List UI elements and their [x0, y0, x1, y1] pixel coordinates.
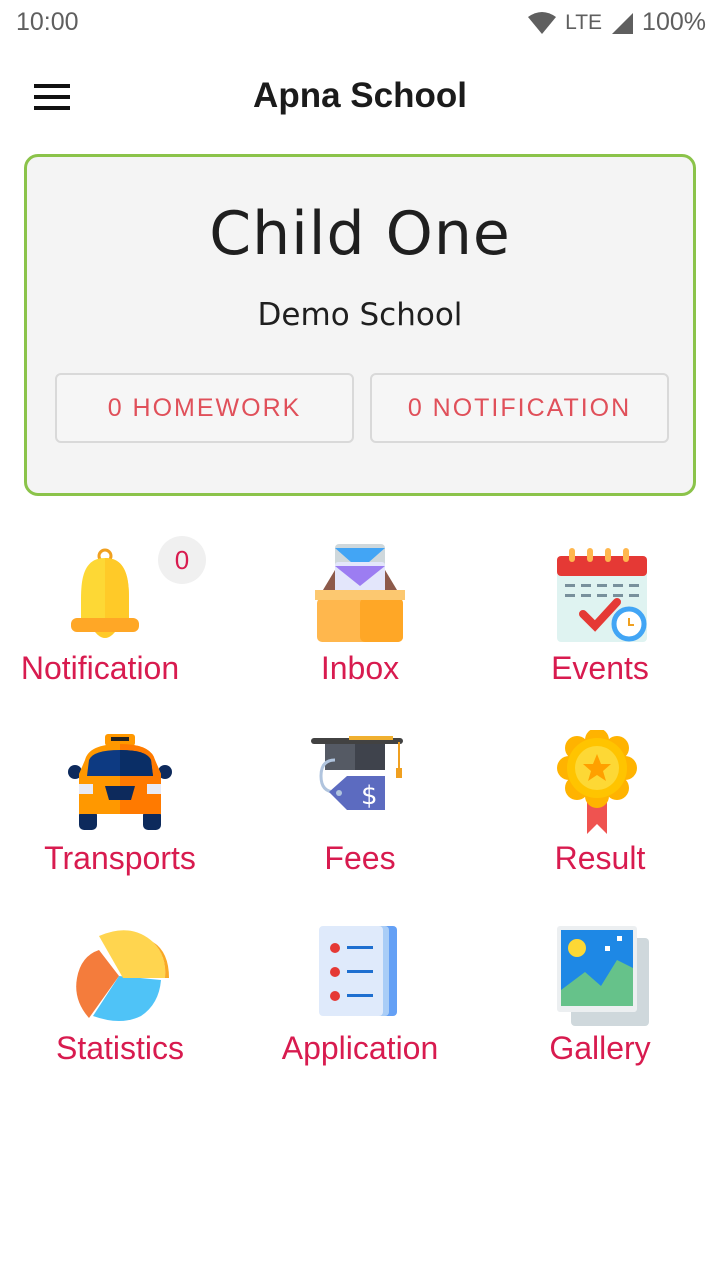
school-name: Demo School [257, 297, 463, 333]
menu-item-result[interactable]: Result [480, 720, 720, 890]
menu-item-statistics[interactable]: Statistics [0, 910, 240, 1080]
menu-item-gallery[interactable]: Gallery [480, 910, 720, 1080]
menu-label: Notification [20, 650, 180, 686]
wifi-icon [528, 11, 557, 34]
menu-item-transports[interactable]: Transports [0, 720, 240, 890]
taxi-car-icon [68, 734, 172, 830]
menu-label: Inbox [320, 650, 400, 686]
app-bar: Apna School [0, 56, 720, 140]
award-medal-icon [557, 730, 637, 834]
homework-button[interactable]: 0 HOMEWORK [55, 373, 354, 443]
checklist-document-icon [319, 926, 397, 1016]
menu-label: Fees [324, 840, 396, 876]
status-time: 10:00 [16, 8, 79, 36]
app-title: Apna School [253, 76, 467, 115]
network-type: LTE [565, 10, 603, 34]
menu-label: Statistics [55, 1030, 185, 1066]
menu-label: Events [551, 650, 649, 686]
picture-gallery-icon [557, 926, 649, 1026]
status-bar: 10:00 LTE 100% [0, 0, 720, 48]
notification-badge: 0 [158, 536, 206, 584]
menu-item-inbox[interactable]: Inbox [240, 530, 480, 700]
menu-item-events[interactable]: Events [480, 530, 720, 700]
inbox-tray-icon [315, 544, 405, 642]
menu-label: Application [281, 1030, 439, 1066]
svg-text:$: $ [361, 781, 378, 811]
menu-item-fees[interactable]: $ Fees [240, 720, 480, 890]
profile-card: Child One Demo School 0 HOMEWORK 0 NOTIF… [24, 154, 696, 496]
menu-label: Transports [44, 840, 196, 876]
calendar-check-icon [557, 548, 647, 642]
child-name: Child One [209, 199, 511, 269]
graduation-cap-price-tag-icon: $ [311, 736, 403, 811]
menu-item-application[interactable]: Application [240, 910, 480, 1080]
menu-label: Result [554, 840, 646, 876]
notification-count-button[interactable]: 0 NOTIFICATION [370, 373, 669, 443]
status-indicators: LTE 100% [527, 8, 706, 37]
pie-chart-icon [76, 930, 169, 1021]
menu-label: Gallery [549, 1030, 651, 1066]
battery-level: 100% [642, 8, 706, 36]
signal-icon [612, 12, 634, 34]
menu-item-notification[interactable]: 0 Notification [0, 530, 240, 700]
